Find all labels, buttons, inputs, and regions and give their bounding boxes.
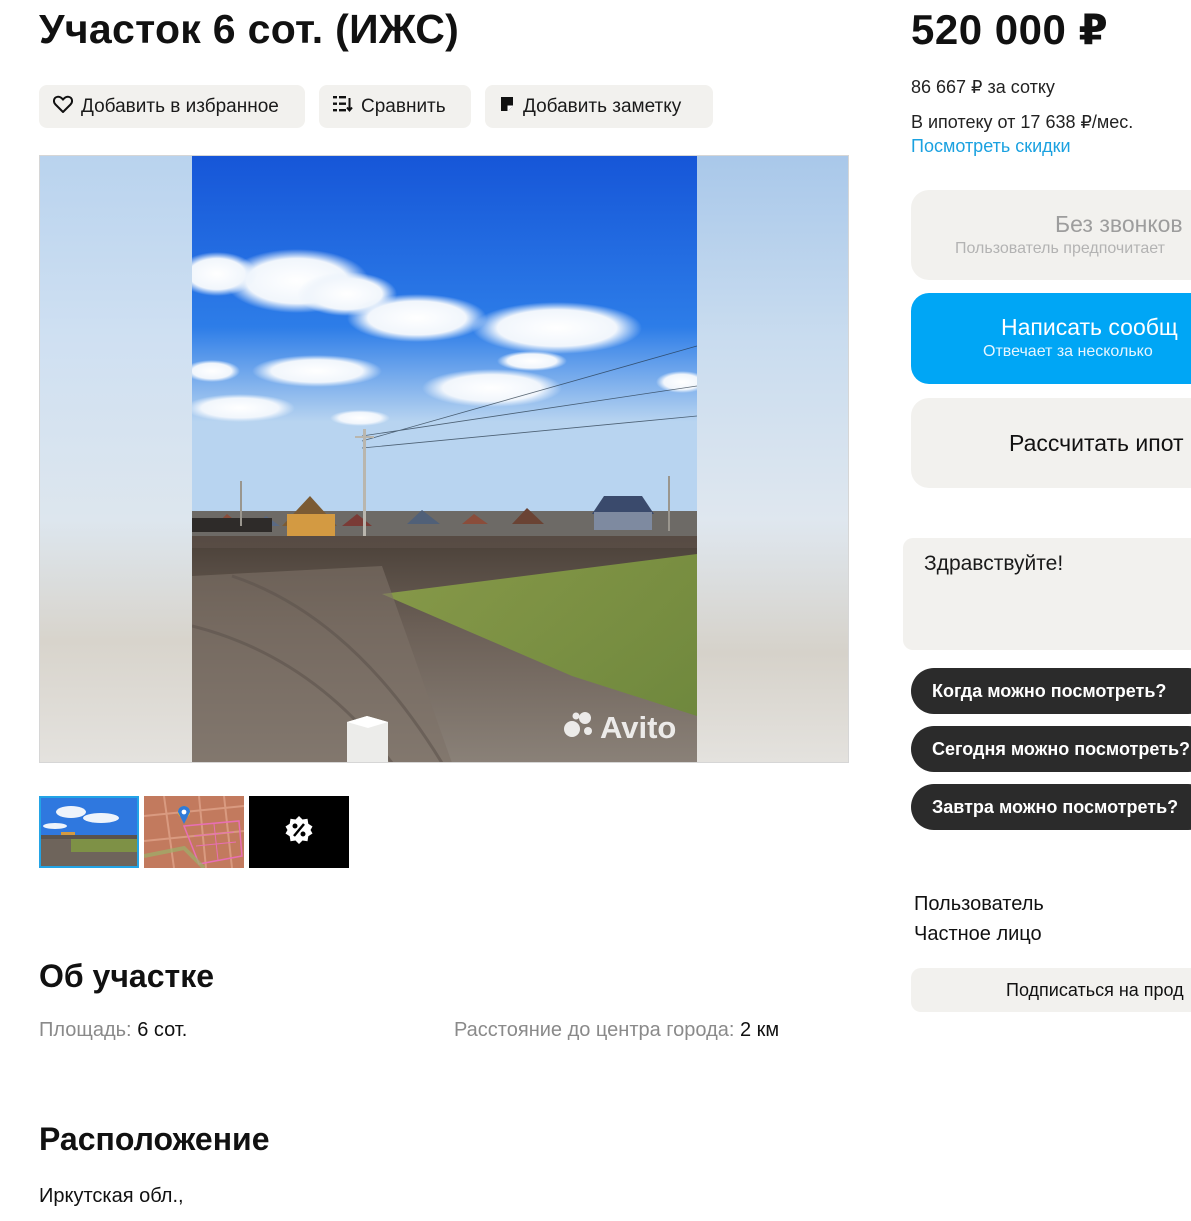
- listing-title: Участок 6 сот. (ИЖС): [39, 6, 460, 52]
- quick-reply-2[interactable]: Сегодня можно посмотреть?: [911, 726, 1191, 772]
- write-message-button[interactable]: Написать сообщ Отвечает за несколько: [911, 293, 1191, 384]
- thumbnail-discount[interactable]: [249, 796, 349, 868]
- price: 520 000 ₽: [911, 6, 1109, 53]
- mortgage-info: В ипотеку от 17 638 ₽/мес.: [911, 112, 1134, 132]
- avito-watermark-text: Avito: [600, 710, 677, 745]
- gallery-blur-left: [40, 156, 192, 762]
- subscribe-label: Подписаться на прод: [1006, 979, 1184, 1000]
- area-param: Площадь: 6 сот.: [39, 1019, 187, 1042]
- location-heading: Расположение: [39, 1121, 270, 1157]
- distance-label: Расстояние до центра города:: [454, 1019, 735, 1041]
- area-label: Площадь:: [39, 1019, 132, 1041]
- seller-name[interactable]: Пользователь: [914, 893, 1044, 916]
- compare-button[interactable]: Сравнить: [319, 85, 471, 128]
- price-per-sotka: 86 667 ₽ за сотку: [911, 77, 1055, 97]
- main-photo[interactable]: [192, 156, 697, 763]
- thumbnail-photo-1[interactable]: [39, 796, 139, 868]
- calculate-mortgage-button[interactable]: Рассчитать ипот: [911, 398, 1191, 488]
- no-calls-card: Без звонков Пользователь предпочитает: [911, 190, 1191, 280]
- compare-icon: [333, 95, 353, 119]
- favorite-label: Добавить в избранное: [81, 95, 279, 117]
- address-text: Иркутская обл.,: [39, 1185, 184, 1207]
- gallery-blur-right: [696, 156, 848, 762]
- compare-label: Сравнить: [361, 95, 446, 117]
- calculate-mortgage-label: Рассчитать ипот: [1009, 430, 1184, 456]
- avito-watermark: Avito: [562, 710, 676, 746]
- discount-badge-icon: [284, 815, 314, 850]
- no-calls-title: Без звонков: [1055, 211, 1183, 237]
- seller-type: Частное лицо: [914, 923, 1042, 945]
- message-input[interactable]: Здравствуйте!: [903, 538, 1191, 650]
- quick-reply-3[interactable]: Завтра можно посмотреть?: [911, 784, 1191, 830]
- distance-value: 2 км: [740, 1019, 780, 1041]
- no-calls-subtitle: Пользователь предпочитает: [955, 240, 1165, 257]
- distance-param: Расстояние до центра города: 2 км: [454, 1019, 779, 1042]
- discounts-link[interactable]: Посмотреть скидки: [911, 136, 1071, 157]
- avito-dots-icon: [562, 710, 596, 746]
- quick-reply-1[interactable]: Когда можно посмотреть?: [911, 668, 1191, 714]
- about-heading: Об участке: [39, 958, 214, 994]
- add-to-favorites-button[interactable]: Добавить в избранное: [39, 85, 305, 128]
- note-icon: [499, 96, 515, 118]
- heart-icon: [52, 95, 74, 119]
- photo-gallery[interactable]: Avito: [39, 155, 849, 763]
- add-note-button[interactable]: Добавить заметку: [485, 85, 713, 128]
- area-value: 6 сот.: [137, 1019, 188, 1041]
- write-message-title: Написать сообщ: [1001, 314, 1178, 340]
- note-label: Добавить заметку: [523, 95, 682, 117]
- thumbnail-map[interactable]: [144, 796, 244, 868]
- subscribe-button[interactable]: Подписаться на прод: [911, 968, 1191, 1012]
- message-input-text: Здравствуйте!: [924, 552, 1064, 575]
- write-message-subtitle: Отвечает за несколько: [983, 343, 1153, 360]
